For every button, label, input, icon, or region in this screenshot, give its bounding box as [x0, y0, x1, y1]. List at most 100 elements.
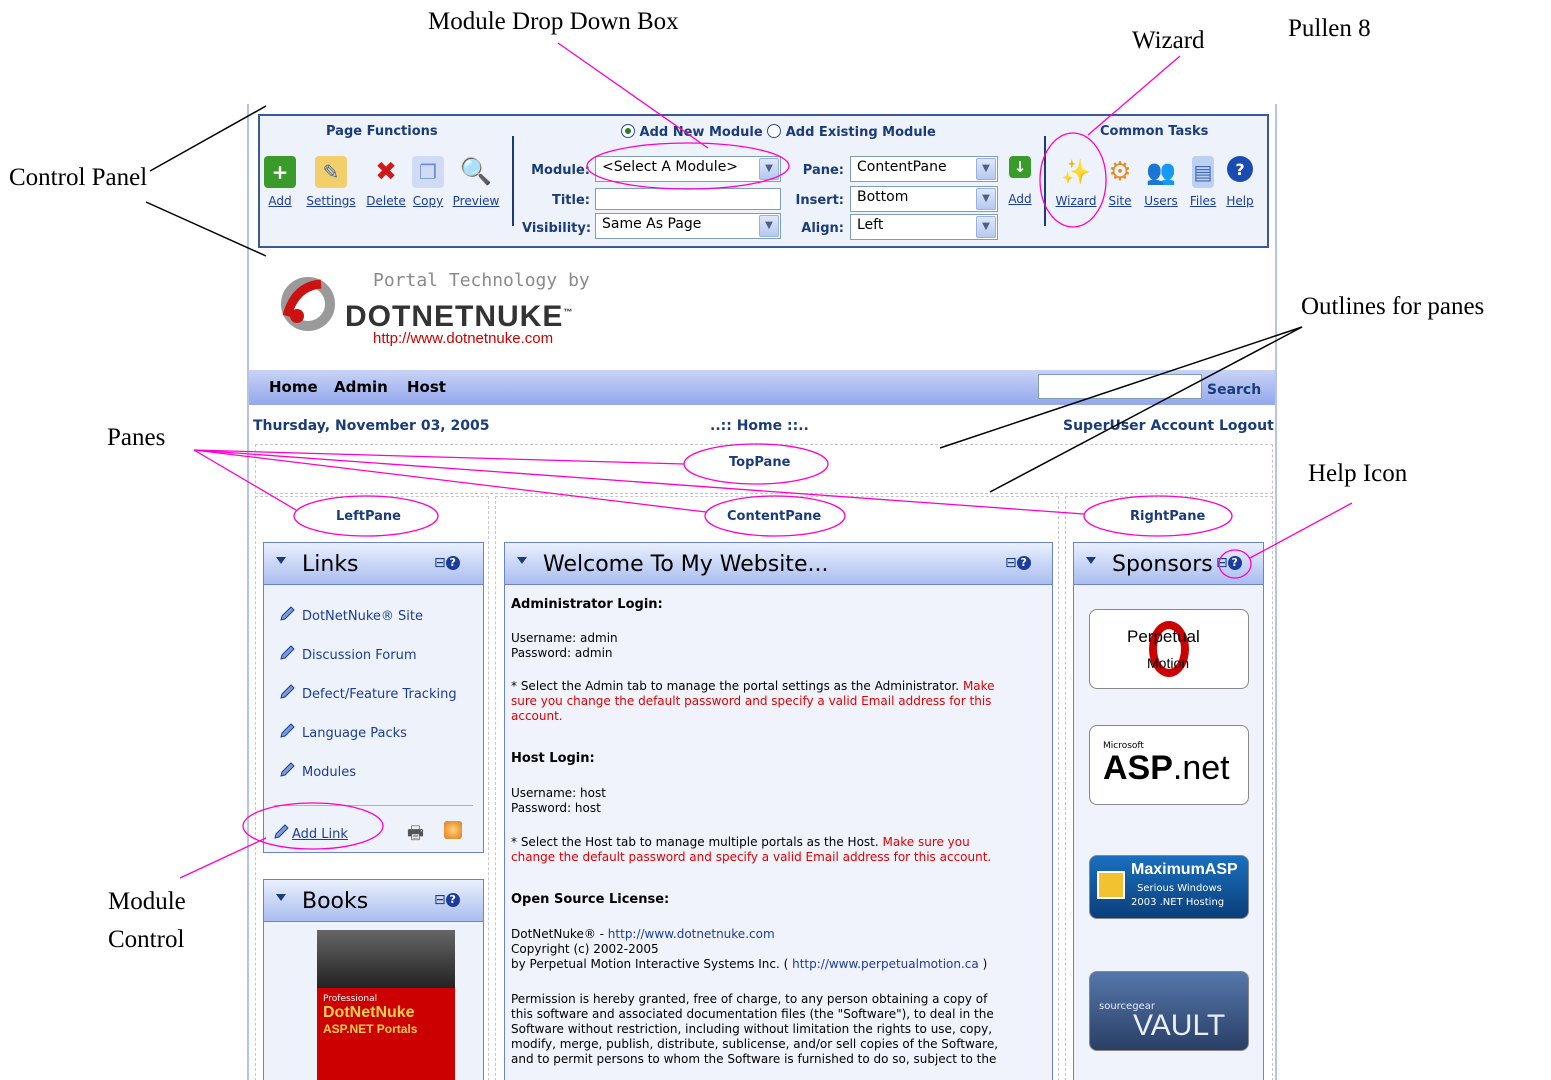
- users-icon: 👥: [1146, 158, 1176, 186]
- annotation-help-icon: Help Icon: [1308, 460, 1408, 487]
- pencil-icon: [280, 762, 295, 777]
- users-button[interactable]: 👥 Users: [1140, 156, 1182, 208]
- pane-select[interactable]: ContentPane ▼: [850, 156, 998, 182]
- annotation-panes: Panes: [107, 424, 166, 451]
- annotation-pullen: Pullen 8: [1288, 15, 1371, 42]
- chevron-down-icon: ▼: [976, 188, 996, 210]
- logo-trademark: ™: [563, 307, 574, 317]
- logo-url: http://www.dotnetnuke.com: [373, 330, 554, 347]
- print-icon[interactable]: 🖶: [407, 821, 424, 851]
- module-header: Books ⊟?: [264, 880, 483, 922]
- admin-login-heading-text: Administrator Login:: [511, 597, 663, 612]
- book-cover-title: DotNetNuke: [323, 1004, 415, 1021]
- sponsor-text: ASP.net: [1103, 749, 1230, 788]
- add-icon: +: [264, 156, 296, 188]
- list-item[interactable]: DotNetNuke® Site: [278, 605, 423, 624]
- wizard-button[interactable]: ✨ Wizard: [1052, 156, 1100, 208]
- sponsor-asp-net[interactable]: Microsoft ASP.net: [1089, 725, 1249, 805]
- list-item[interactable]: Language Packs: [278, 722, 407, 741]
- sponsor-sourcegear-vault[interactable]: sourcegear VAULT: [1089, 971, 1249, 1051]
- align-select-value: Left: [857, 217, 884, 233]
- files-icon: ▤: [1192, 156, 1214, 188]
- collapse-triangle-icon[interactable]: [276, 557, 286, 564]
- module-select[interactable]: <Select A Module> ▼: [595, 156, 781, 182]
- divider: [274, 805, 473, 806]
- syndicate-icon[interactable]: [444, 821, 462, 839]
- sponsor-text: Serious Windows: [1137, 883, 1222, 894]
- collapse-triangle-icon[interactable]: [517, 557, 527, 564]
- license-heading: Open Source License:: [511, 892, 669, 907]
- radio-add-existing[interactable]: [767, 124, 782, 138]
- wizard-icon: ✨: [1061, 158, 1091, 186]
- common-tasks-title: Common Tasks: [1100, 124, 1209, 139]
- link-text: Modules: [302, 765, 357, 780]
- add-module-button[interactable]: ↓ Add: [1004, 156, 1036, 206]
- radio-add-existing-label: Add Existing Module: [785, 125, 936, 140]
- annotation-module-control-1: Module: [108, 888, 186, 915]
- dotnetnuke-link[interactable]: http://www.dotnetnuke.com: [608, 927, 775, 941]
- visibility-select[interactable]: Same As Page ▼: [595, 213, 781, 239]
- nav-item-home[interactable]: Home: [269, 378, 318, 396]
- insert-select[interactable]: Bottom ▼: [850, 186, 998, 212]
- permission-line-1: Permission is hereby granted, free of ch…: [511, 992, 988, 1006]
- help-button[interactable]: ? Help: [1224, 156, 1256, 208]
- sponsor-text: ASP: [1103, 749, 1173, 787]
- nav-item-host[interactable]: Host: [407, 378, 446, 396]
- search-button[interactable]: Search: [1207, 382, 1261, 398]
- perpetualmotion-link[interactable]: http://www.perpetualmotion.ca: [792, 957, 979, 971]
- help-icon[interactable]: ?: [445, 556, 460, 570]
- files-button[interactable]: ▤ Files: [1186, 156, 1220, 208]
- collapse-triangle-icon[interactable]: [276, 894, 286, 901]
- module-title: Sponsors: [1112, 552, 1213, 577]
- perpetual-motion-logo: Perpetual Motion: [1109, 617, 1229, 681]
- settings-button[interactable]: ✎ Settings: [302, 156, 360, 208]
- logo-tagline: Portal Technology by: [373, 270, 590, 291]
- settings-icon: ✎: [315, 156, 347, 188]
- module-header: Sponsors ⊟?: [1074, 543, 1263, 585]
- portal-window: Page Functions + Add ✎ Settings ✖ Delete…: [247, 104, 1277, 1080]
- module-controls[interactable]: ⊟?: [434, 555, 460, 571]
- search-input[interactable]: [1038, 374, 1202, 399]
- author-photos: [317, 930, 455, 988]
- left-pane-label: LeftPane: [336, 509, 401, 524]
- list-item[interactable]: Defect/Feature Tracking: [278, 683, 457, 702]
- control-panel: Page Functions + Add ✎ Settings ✖ Delete…: [258, 114, 1269, 248]
- add-link-button[interactable]: Add Link: [272, 823, 348, 842]
- book-cover-image[interactable]: Professional DotNetNuke ASP.NET Portals: [317, 930, 455, 1080]
- sourcegear-vault-logo: sourcegear VAULT: [1091, 973, 1247, 1049]
- windows-icon: [1097, 871, 1125, 899]
- radio-add-new[interactable]: [621, 124, 635, 138]
- help-icon[interactable]: ?: [445, 893, 460, 907]
- license-line-2: Copyright (c) 2002-2005: [511, 942, 659, 956]
- logout-link[interactable]: Logout: [1219, 418, 1274, 434]
- annotation-module-drop-down: Module Drop Down Box: [428, 8, 679, 35]
- collapse-triangle-icon[interactable]: [1086, 557, 1096, 564]
- maximumasp-logo: MaximumASP Serious Windows 2003 .NET Hos…: [1091, 857, 1247, 917]
- help-icon[interactable]: ?: [1016, 556, 1031, 570]
- delete-icon: ✖: [375, 157, 397, 187]
- preview-button[interactable]: 🔍 Preview: [449, 156, 503, 208]
- help-icon[interactable]: ?: [1227, 556, 1242, 570]
- copy-icon: ❐: [412, 156, 444, 188]
- list-item[interactable]: Modules: [278, 761, 356, 780]
- list-item[interactable]: Discussion Forum: [278, 644, 416, 663]
- user-account-link[interactable]: SuperUser Account: [1063, 418, 1214, 434]
- site-button[interactable]: ⚙ Site: [1104, 156, 1136, 208]
- delete-page-button[interactable]: ✖ Delete: [364, 156, 408, 208]
- sponsor-maximumasp[interactable]: MaximumASP Serious Windows 2003 .NET Hos…: [1089, 855, 1249, 919]
- admin-password: Password: admin: [511, 646, 613, 660]
- sponsor-perpetual-motion[interactable]: Perpetual Motion: [1089, 609, 1249, 689]
- add-link-label: Add Link: [292, 827, 348, 842]
- add-page-button[interactable]: + Add: [262, 156, 298, 208]
- copy-page-button[interactable]: ❐ Copy: [410, 156, 446, 208]
- host-username: Username: host: [511, 786, 606, 800]
- nav-item-admin[interactable]: Admin: [334, 378, 388, 396]
- module-controls[interactable]: ⊟?: [1005, 555, 1031, 571]
- title-input[interactable]: [595, 188, 781, 210]
- module-controls[interactable]: ⊟?: [434, 892, 460, 908]
- module-controls[interactable]: ⊟?: [1216, 555, 1242, 571]
- pencil-icon: [280, 684, 295, 699]
- module-header: Links ⊟?: [264, 543, 483, 585]
- dotnetnuke-logo-icon: [281, 277, 335, 331]
- align-select[interactable]: Left ▼: [850, 214, 998, 240]
